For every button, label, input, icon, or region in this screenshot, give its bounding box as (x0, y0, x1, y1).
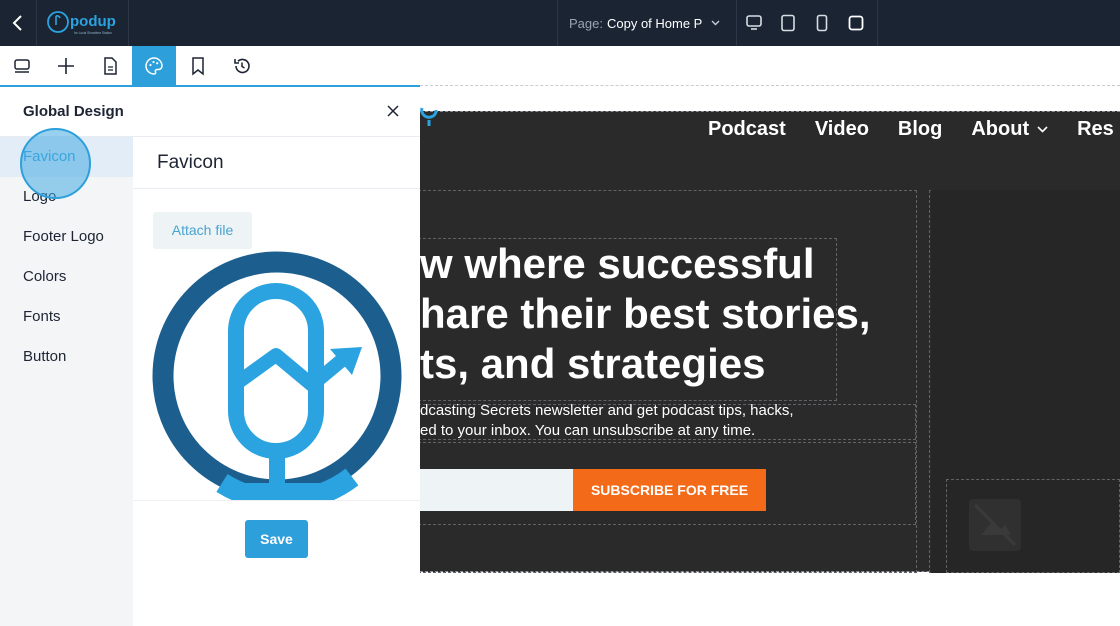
page-canvas[interactable]: Podcast Video Blog About Res w where suc… (420, 85, 1120, 626)
nav-about-label: About (971, 118, 1030, 140)
content-title: Favicon (157, 152, 224, 173)
menu-item-button[interactable]: Button (0, 337, 133, 377)
hero-headline: w where successful hare their best stori… (420, 239, 871, 389)
content-header: Favicon (133, 137, 420, 189)
history-icon (234, 58, 250, 73)
menu-item-favicon[interactable]: Favicon (0, 137, 133, 177)
attach-file-button[interactable]: Attach file (153, 212, 252, 249)
chevron-down-icon (1037, 126, 1048, 133)
add-tool[interactable] (44, 46, 88, 85)
bookmark-icon (192, 56, 204, 76)
back-button[interactable] (0, 0, 37, 46)
hero-headline-line-1: w where successful (420, 240, 815, 287)
hero-subtext: dcasting Secrets newsletter and get podc… (420, 401, 920, 441)
page-selector-value: Copy of Home P (606, 15, 703, 31)
menu-item-logo[interactable]: Logo (0, 177, 133, 217)
panel-title: Global Design (23, 103, 124, 120)
layers-tool[interactable] (0, 46, 44, 85)
global-design-panel: Global Design Favicon Logo Footer Logo C… (0, 87, 420, 626)
tablet-icon (781, 14, 795, 32)
pages-tool[interactable] (88, 46, 132, 85)
editor-toolbar (0, 46, 420, 85)
nav-resources[interactable]: Res (1077, 118, 1114, 141)
app-logo[interactable]: podup for Local Showtime Station (37, 0, 129, 46)
menu-item-colors[interactable]: Colors (0, 257, 133, 297)
top-bar: podup for Local Showtime Station Page: C… (0, 0, 1120, 46)
tablet-view-button[interactable] (771, 0, 805, 46)
desktop-icon (746, 15, 762, 30)
hero-subtext-line-1: dcasting Secrets newsletter and get podc… (420, 402, 794, 419)
site-preview: Podcast Video Blog About Res w where suc… (420, 107, 1120, 573)
menu-item-fonts[interactable]: Fonts (0, 297, 133, 337)
image-placeholder-icon (969, 499, 1021, 551)
design-menu: Favicon Logo Footer Logo Colors Fonts Bu… (0, 137, 133, 626)
close-panel-button[interactable] (383, 101, 403, 121)
nav-blog[interactable]: Blog (898, 118, 942, 141)
site-nav: Podcast Video Blog About Res (708, 118, 1120, 141)
global-design-tool[interactable] (132, 46, 176, 85)
panel-header: Global Design (0, 87, 420, 137)
fullscreen-view-button[interactable] (839, 0, 873, 46)
layers-icon (14, 58, 30, 73)
favicon-settings: Favicon Attach file Save (133, 137, 420, 626)
nav-about[interactable]: About (971, 118, 1048, 141)
email-input[interactable] (420, 469, 573, 511)
save-button[interactable]: Save (245, 520, 308, 558)
hero-headline-line-3: ts, and strategies (420, 340, 766, 387)
logo-wordmark: podup (70, 13, 116, 30)
subscribe-button[interactable]: SUBSCRIBE FOR FREE (573, 469, 766, 511)
fullscreen-icon (848, 15, 864, 31)
chevron-down-icon (711, 20, 720, 26)
canvas-top-guide (420, 85, 1120, 86)
page-selector[interactable]: Page: Copy of Home P (557, 0, 736, 46)
hero-headline-line-2: hare their best stories, (420, 290, 871, 337)
page-selector-label: Page: (569, 15, 603, 31)
palette-icon (145, 56, 163, 75)
chevron-left-icon (12, 15, 22, 31)
nav-podcast[interactable]: Podcast (708, 118, 786, 141)
content-divider (133, 500, 420, 501)
site-logo-fragment (420, 107, 438, 126)
page-icon (104, 56, 117, 75)
menu-item-footer-logo[interactable]: Footer Logo (0, 217, 133, 257)
add-icon (58, 57, 74, 74)
favicon-preview-image (152, 251, 402, 501)
desktop-view-button[interactable] (737, 0, 771, 46)
close-icon (387, 105, 399, 117)
logo-tagline: for Local Showtime Station (74, 31, 112, 35)
history-tool[interactable] (220, 46, 264, 85)
mobile-view-button[interactable] (805, 0, 839, 46)
saved-sections-tool[interactable] (176, 46, 220, 85)
mobile-icon (816, 14, 828, 32)
hero-subtext-line-2: ed to your inbox. You can unsubscribe at… (420, 422, 756, 439)
device-switcher (736, 0, 878, 46)
nav-video[interactable]: Video (815, 118, 869, 141)
